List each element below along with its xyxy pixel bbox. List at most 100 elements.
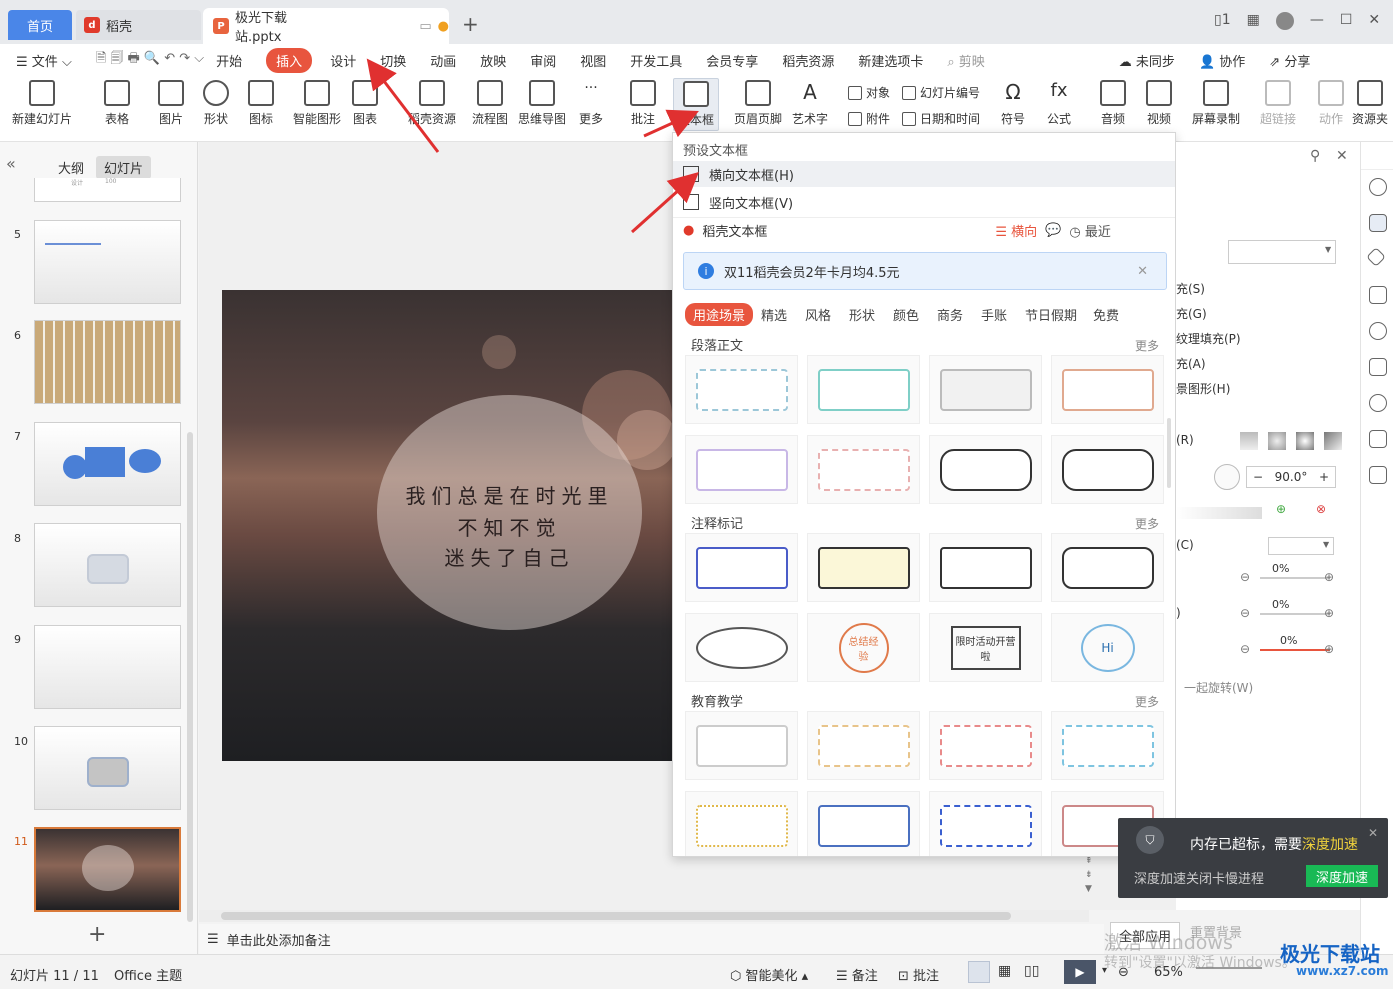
menu-item-dev[interactable]: 开发工具 <box>630 51 682 70</box>
quick-access-icons[interactable]: 🗎 🗐 🖶 🔍 ↶ ↷ ⌵ <box>96 49 204 71</box>
menu-item-review[interactable]: 审阅 <box>530 51 556 70</box>
panel-close-icon[interactable]: ✕ <box>1336 148 1348 164</box>
gradient-linear-icon[interactable] <box>1240 432 1258 450</box>
fill-option[interactable]: 充(A) <box>1176 355 1206 372</box>
wordart-button[interactable]: A 艺术字 <box>792 80 828 127</box>
slider-track[interactable] <box>1260 613 1330 615</box>
template-card[interactable] <box>1051 435 1164 504</box>
angle-dial[interactable] <box>1214 464 1240 490</box>
template-card[interactable] <box>685 711 798 780</box>
template-card[interactable] <box>929 435 1042 504</box>
properties-icon[interactable] <box>1369 214 1387 232</box>
slider-plus[interactable]: ⊕ <box>1324 570 1334 584</box>
tab-home[interactable]: 首页 <box>8 10 72 40</box>
slide-thumb-7[interactable] <box>34 422 181 506</box>
tab-outline[interactable]: 大纲 <box>50 156 92 179</box>
template-card[interactable] <box>1051 711 1164 780</box>
reading-view-icon[interactable]: ▯▯ <box>1024 963 1039 979</box>
template-card[interactable] <box>685 613 798 682</box>
symbol-button[interactable]: Ω 符号 <box>1000 80 1026 127</box>
slide-thumb-8[interactable] <box>34 523 181 607</box>
template-card[interactable]: Hi <box>1051 613 1164 682</box>
add-slide-button[interactable]: + <box>88 922 106 947</box>
chat-icon[interactable]: 💬 <box>1045 223 1061 238</box>
action-button[interactable]: 动作 <box>1318 80 1344 127</box>
template-card[interactable] <box>685 791 798 856</box>
flowchart-button[interactable]: 流程图 <box>472 80 508 127</box>
slider-minus[interactable]: ⊖ <box>1240 570 1250 584</box>
remove-stop-icon[interactable]: ⊗ <box>1316 502 1326 516</box>
more-link[interactable]: 更多 <box>1135 337 1159 354</box>
gradient-presets[interactable] <box>1240 432 1342 450</box>
menu-item-member[interactable]: 会员专享 <box>706 51 758 70</box>
rocket-icon[interactable] <box>1369 178 1387 196</box>
minimize-icon[interactable]: — <box>1310 12 1324 30</box>
search-box[interactable]: ⌕ 剪映 <box>947 51 984 70</box>
new-slide-button[interactable]: 新建幻灯片 <box>12 80 72 127</box>
category-color[interactable]: 颜色 <box>893 305 919 324</box>
slide-text-line[interactable]: 迷失了自己 <box>377 542 642 571</box>
beautify-button[interactable]: ⬡ 智能美化 ▴ <box>730 965 808 984</box>
monitor-icon[interactable]: ▭ <box>419 19 431 34</box>
promo-banner[interactable]: i 双11稻壳会员2年卡月均4.5元 ✕ <box>683 252 1167 290</box>
avatar[interactable] <box>1275 12 1294 30</box>
slider-plus[interactable]: ⊕ <box>1324 642 1334 656</box>
template-card[interactable] <box>929 355 1042 424</box>
hyperlink-button[interactable]: 超链接 <box>1260 80 1296 127</box>
comment-button[interactable]: 批注 <box>630 80 656 127</box>
grid-view-icon[interactable]: ▦ <box>998 963 1011 979</box>
orient-toggle[interactable]: ☰ 横向 <box>995 221 1037 240</box>
smart-graphic-button[interactable]: 智能图形 <box>293 80 341 127</box>
tab-slides[interactable]: 幻灯片 <box>96 156 152 179</box>
template-card[interactable] <box>685 533 798 602</box>
toast-accelerate-button[interactable]: 深度加速 <box>1306 865 1378 887</box>
chart-button[interactable]: 图表 <box>352 80 378 127</box>
mindmap-button[interactable]: 思维导图 <box>518 80 566 127</box>
slide-thumb-10[interactable] <box>34 726 181 810</box>
star-icon[interactable] <box>1366 247 1386 267</box>
table-button[interactable]: 表格 <box>104 80 130 127</box>
more-link[interactable]: 更多 <box>1135 693 1159 710</box>
header-footer-button[interactable]: 页眉页脚 <box>734 80 782 127</box>
template-card[interactable] <box>1051 533 1164 602</box>
slider-minus[interactable]: ⊖ <box>1240 606 1250 620</box>
comment-status-button[interactable]: ⊡ 批注 <box>898 965 939 984</box>
menu-item-newtab[interactable]: 新建选项卡 <box>858 51 923 70</box>
book-icon[interactable] <box>1369 430 1387 448</box>
rotate-with-shape-option[interactable]: 一起旋转(W) <box>1184 679 1253 696</box>
template-card[interactable] <box>807 711 920 780</box>
maximize-icon[interactable]: ☐ <box>1340 12 1353 30</box>
template-card[interactable] <box>807 355 920 424</box>
collapse-icon[interactable]: « <box>6 154 16 173</box>
template-card[interactable] <box>685 435 798 504</box>
recent-button[interactable]: ◷ 最近 <box>1069 221 1111 240</box>
slider-plus[interactable]: ⊕ <box>1324 606 1334 620</box>
category-free[interactable]: 免费 <box>1093 305 1119 324</box>
add-stop-icon[interactable]: ⊕ <box>1276 502 1286 516</box>
notes-button[interactable]: ☰ 备注 <box>836 965 878 984</box>
icon-button[interactable]: 图标 <box>248 80 274 127</box>
fill-option[interactable]: 充(G) <box>1176 305 1207 322</box>
template-card[interactable] <box>807 791 920 856</box>
template-card[interactable] <box>1051 355 1164 424</box>
category-business[interactable]: 商务 <box>937 305 963 324</box>
attach-button[interactable]: 附件 <box>848 110 890 127</box>
slide-thumb-11[interactable] <box>34 827 181 912</box>
object-button[interactable]: 对象 <box>848 84 890 101</box>
video-button[interactable]: 视频 <box>1146 80 1172 127</box>
resource-folder-button[interactable]: 资源夹 <box>1352 80 1388 127</box>
more-button[interactable]: ··· 更多 <box>578 80 604 127</box>
angle-stepper[interactable]: −90.0° + <box>1246 466 1336 488</box>
fill-option[interactable]: 景图形(H) <box>1176 380 1230 397</box>
horizontal-textbox-item[interactable]: 横向文本框(H) <box>673 161 1175 187</box>
menu-item-insert[interactable]: 插入 <box>266 47 313 73</box>
tab-file[interactable]: P 极光下载站.pptx ▭ ● <box>203 8 449 45</box>
angle-decrease[interactable]: − <box>1253 470 1263 484</box>
angle-increase[interactable]: + <box>1319 470 1329 484</box>
fill-option[interactable]: 充(S) <box>1176 280 1205 297</box>
toast-close-icon[interactable]: ✕ <box>1368 826 1378 840</box>
menu-item-view[interactable]: 视图 <box>580 51 606 70</box>
grid-icon[interactable]: ▦ <box>1247 12 1260 30</box>
template-card[interactable] <box>685 355 798 424</box>
slide-text-line[interactable]: 我们总是在时光里 <box>377 480 642 509</box>
